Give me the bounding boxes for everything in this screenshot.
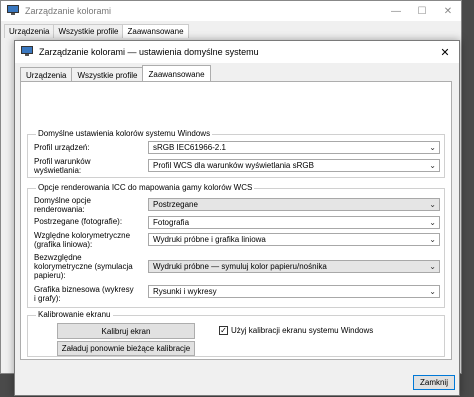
relative-colorimetric-label: Względne kolorymetryczne (grafika liniow… bbox=[34, 231, 131, 249]
absolute-colorimetric-value: Wydruki próbne — symuluj kolor papieru/n… bbox=[153, 262, 327, 271]
chevron-down-icon: ⌄ bbox=[429, 143, 436, 152]
chevron-down-icon: ⌄ bbox=[429, 287, 436, 296]
use-calibration-label: Użyj kalibracji ekranu systemu Windows bbox=[231, 326, 374, 335]
default-rendering-select[interactable]: Postrzegane ⌄ bbox=[148, 198, 440, 211]
minimize-icon[interactable]: — bbox=[383, 1, 409, 21]
rendering-options-legend: Opcje renderowania ICC do mapowania gamy… bbox=[36, 183, 255, 192]
color-management-icon bbox=[7, 5, 19, 17]
business-graphics-select[interactable]: Rysunki i wykresy ⌄ bbox=[148, 285, 440, 298]
viewing-profile-select[interactable]: Profil WCS dla warunków wyświetlania sRG… bbox=[148, 159, 440, 172]
windows-defaults-legend: Domyślne ustawienia kolorów systemu Wind… bbox=[36, 129, 213, 138]
chevron-down-icon: ⌄ bbox=[429, 161, 436, 170]
relative-colorimetric-value: Wydruki próbne i grafika liniowa bbox=[153, 235, 266, 244]
device-profile-label: Profil urządzeń: bbox=[34, 143, 90, 152]
calibration-group: Kalibrowanie ekranu Kalibruj ekran Załad… bbox=[27, 310, 445, 357]
perceptual-value: Fotografia bbox=[153, 218, 190, 227]
use-calibration-checkbox[interactable]: ✓ bbox=[219, 326, 228, 335]
chevron-down-icon: ⌄ bbox=[429, 200, 436, 209]
checkmark-icon: ✓ bbox=[220, 326, 227, 335]
absolute-colorimetric-label: Bezwzględne kolorymetryczne (symulacja p… bbox=[34, 253, 133, 280]
reload-calibrations-button[interactable]: Załaduj ponownie bieżące kalibracje bbox=[57, 341, 195, 356]
close-icon[interactable]: ✕ bbox=[435, 1, 461, 21]
device-profile-value: sRGB IEC61966-2.1 bbox=[153, 143, 226, 152]
business-graphics-label: Grafika biznesowa (wykresy i grafy): bbox=[34, 285, 134, 303]
window-title: Zarządzanie kolorami — ustawienia domyśl… bbox=[39, 47, 259, 57]
system-defaults-window: Zarządzanie kolorami — ustawienia domyśl… bbox=[14, 40, 460, 396]
advanced-panel: Domyślne ustawienia kolorów systemu Wind… bbox=[20, 81, 452, 360]
rendering-options-group: Opcje renderowania ICC do mapowania gamy… bbox=[27, 183, 445, 308]
chevron-down-icon: ⌄ bbox=[429, 235, 436, 244]
color-management-icon bbox=[21, 46, 33, 58]
maximize-icon[interactable]: ☐ bbox=[409, 1, 435, 21]
title-bar: Zarządzanie kolorami — ustawienia domyśl… bbox=[15, 41, 459, 63]
background-tab-devices[interactable]: Urządzenia bbox=[4, 24, 55, 38]
chevron-down-icon: ⌄ bbox=[429, 262, 436, 271]
background-tab-advanced[interactable]: Zaawansowane bbox=[122, 24, 189, 38]
background-title: Zarządzanie kolorami bbox=[25, 6, 112, 16]
windows-defaults-group: Domyślne ustawienia kolorów systemu Wind… bbox=[27, 129, 445, 178]
background-tab-all-profiles[interactable]: Wszystkie profile bbox=[53, 24, 124, 38]
close-icon[interactable]: ✕ bbox=[431, 41, 459, 63]
default-rendering-label: Domyślne opcje renderowania: bbox=[34, 196, 91, 214]
viewing-profile-value: Profil WCS dla warunków wyświetlania sRG… bbox=[153, 161, 314, 170]
background-title-bar: Zarządzanie kolorami — ☐ ✕ bbox=[1, 1, 461, 21]
relative-colorimetric-select[interactable]: Wydruki próbne i grafika liniowa ⌄ bbox=[148, 233, 440, 246]
close-button[interactable]: Zamknij bbox=[413, 375, 455, 390]
absolute-colorimetric-select[interactable]: Wydruki próbne — symuluj kolor papieru/n… bbox=[148, 260, 440, 273]
viewing-profile-label: Profil warunków wyświetlania: bbox=[34, 157, 91, 175]
calibrate-display-button[interactable]: Kalibruj ekran bbox=[57, 323, 195, 339]
default-rendering-value: Postrzegane bbox=[153, 200, 198, 209]
device-profile-select[interactable]: sRGB IEC61966-2.1 ⌄ bbox=[148, 141, 440, 154]
calibration-legend: Kalibrowanie ekranu bbox=[36, 310, 113, 319]
perceptual-label: Postrzegane (fotografie): bbox=[34, 217, 123, 226]
chevron-down-icon: ⌄ bbox=[429, 218, 436, 227]
business-graphics-value: Rysunki i wykresy bbox=[153, 287, 217, 296]
perceptual-select[interactable]: Fotografia ⌄ bbox=[148, 216, 440, 229]
